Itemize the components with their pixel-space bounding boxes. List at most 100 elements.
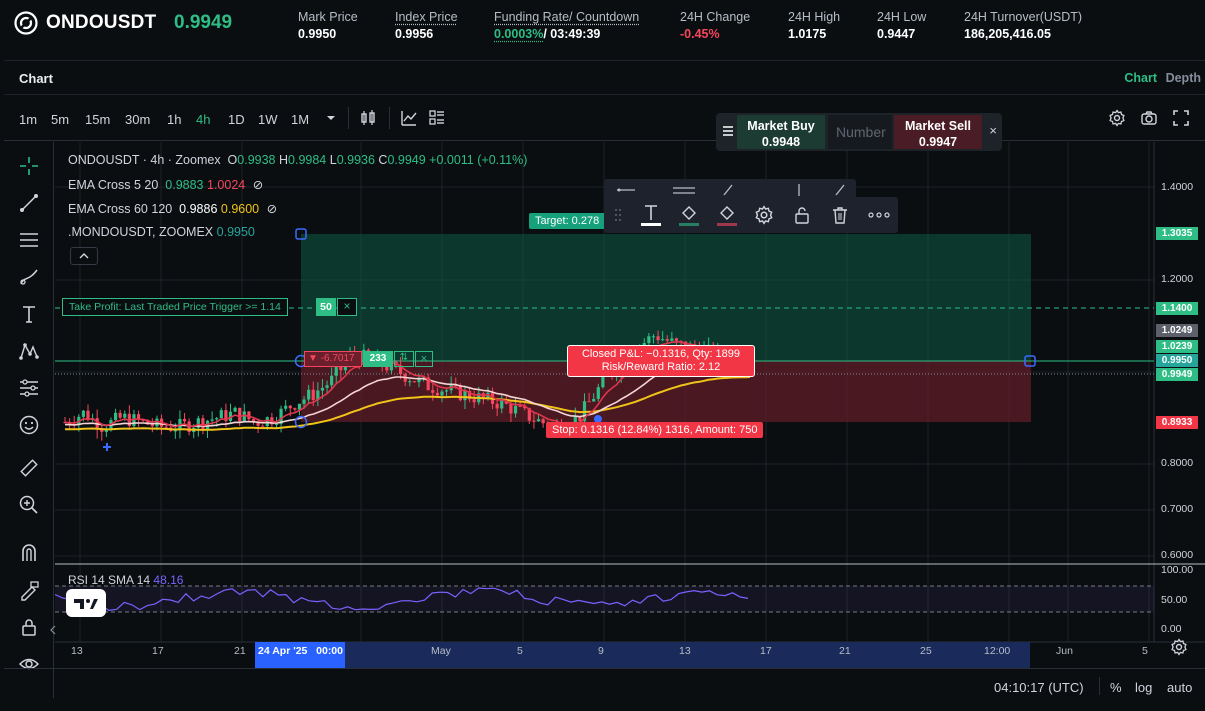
text-tool-icon[interactable]: [18, 303, 40, 325]
stat-label: 24H Turnover(USDT): [964, 10, 1083, 24]
fill-color-icon[interactable]: [678, 203, 700, 227]
more-icon[interactable]: [868, 211, 890, 219]
legend-ema1[interactable]: EMA Cross 5 20 0.9883 1.0024 ⊘: [68, 177, 263, 192]
close-icon[interactable]: ×: [337, 298, 357, 316]
take-profit-tag[interactable]: Take Profit: Last Traded Price Trigger >…: [62, 298, 288, 316]
utc-clock[interactable]: 04:10:17 (UTC): [994, 680, 1084, 695]
candle-body: [495, 403, 499, 409]
entry-pnl-tag[interactable]: ▼ -6.7017: [304, 351, 362, 367]
take-profit-qty[interactable]: 50: [316, 298, 336, 316]
tradingview-logo[interactable]: [66, 589, 106, 617]
horizontal-line-icon[interactable]: [616, 185, 636, 195]
fullscreen-icon[interactable]: [1172, 109, 1190, 127]
gear-icon[interactable]: [1108, 109, 1126, 127]
drag-grip-icon[interactable]: [614, 207, 622, 223]
rsi-legend[interactable]: RSI 14 SMA 14 48.16: [68, 573, 183, 587]
lock-icon[interactable]: [18, 616, 40, 638]
market-sell-label: Market Sell: [904, 119, 971, 133]
legend-ema2[interactable]: EMA Cross 60 120 0.9886 0.9600 ⊘: [68, 201, 277, 216]
gear-icon[interactable]: [1170, 638, 1188, 656]
symbol-name[interactable]: ONDOUSDT: [46, 12, 156, 34]
chevron-down-icon[interactable]: [322, 109, 340, 127]
hide-icon[interactable]: ⊘: [253, 178, 263, 192]
pen-icon[interactable]: [834, 183, 846, 197]
stat-label[interactable]: Funding Rate/ Countdown: [494, 10, 639, 24]
trash-icon[interactable]: [830, 205, 850, 225]
close-icon[interactable]: ×: [989, 123, 997, 138]
timeframe-30m[interactable]: 30m: [125, 112, 150, 127]
candle-body: [408, 381, 412, 383]
target-zone[interactable]: [301, 234, 1031, 361]
gear-icon[interactable]: [754, 205, 774, 225]
price-tick: 0.7000: [1161, 503, 1194, 515]
timeframe-1h[interactable]: 1h: [167, 112, 181, 127]
rsi-tick: 100.00: [1161, 564, 1194, 576]
timeframe-4h[interactable]: 4h: [196, 112, 210, 127]
market-buy-button[interactable]: Market Buy 0.9948: [737, 115, 825, 149]
ema2-v2: 0.9600: [220, 202, 260, 216]
tab-depth[interactable]: Depth: [1166, 71, 1201, 85]
tab-chart[interactable]: Chart: [1124, 71, 1157, 85]
close-icon[interactable]: ×: [415, 351, 433, 367]
vertical-line-icon[interactable]: [794, 183, 804, 197]
candle-body: [320, 387, 325, 391]
fill-color-icon[interactable]: [716, 203, 738, 227]
unlock-icon[interactable]: [792, 205, 812, 225]
candle-body: [307, 389, 311, 400]
time-range-highlight: [255, 642, 1030, 668]
pattern-icon[interactable]: [18, 340, 40, 362]
stat-index-price[interactable]: Index Price 0.9956: [395, 10, 458, 41]
crosshair-icon[interactable]: [18, 155, 40, 177]
candle-body: [325, 385, 329, 388]
brush-icon[interactable]: [18, 266, 40, 288]
legend-close: 0.9949: [387, 153, 426, 167]
candle-body: [293, 408, 297, 410]
timeframe-1w[interactable]: 1W: [258, 112, 278, 127]
funding-rate[interactable]: 0.0003%: [494, 27, 543, 41]
timeframe-1d[interactable]: 1D: [228, 112, 245, 127]
magnet-icon[interactable]: [18, 542, 40, 564]
entry-qty[interactable]: 233: [363, 351, 393, 367]
price-label: 1.0249: [1156, 324, 1198, 337]
timeframe-1m[interactable]: 1m: [19, 112, 37, 127]
pen-icon[interactable]: [722, 183, 734, 197]
text-tool-icon[interactable]: [640, 203, 662, 227]
hide-icon[interactable]: ⊘: [267, 202, 277, 216]
quantity-input[interactable]: Number: [828, 115, 892, 149]
draw-lock-icon[interactable]: [18, 579, 40, 601]
time-tick: 25: [920, 645, 932, 657]
template-icon[interactable]: [428, 109, 446, 127]
zoom-in-icon[interactable]: [18, 494, 40, 516]
stat-label[interactable]: Index Price: [395, 10, 458, 24]
trendline-icon[interactable]: [18, 192, 40, 214]
camera-icon[interactable]: [1140, 109, 1158, 127]
closed-pnl-line1: Closed P&L: −0.1316, Qty: 1899: [581, 348, 741, 360]
timeframe-1m-month[interactable]: 1M: [291, 112, 309, 127]
candle-body: [412, 381, 416, 383]
candle-body: [118, 412, 122, 418]
fib-icon[interactable]: [18, 229, 40, 251]
collapse-legend-button[interactable]: [70, 247, 98, 265]
candle-body: [431, 390, 435, 393]
prediction-icon[interactable]: [18, 377, 40, 399]
time-tick: 13: [71, 645, 83, 657]
auto-toggle[interactable]: auto: [1167, 680, 1192, 695]
candlestick-icon[interactable]: [359, 109, 377, 127]
timeframe-5m[interactable]: 5m: [51, 112, 69, 127]
indicator-icon[interactable]: [400, 109, 418, 127]
ruler-icon[interactable]: [18, 457, 40, 479]
menu-icon[interactable]: [722, 125, 734, 137]
reverse-icon[interactable]: ⇅: [394, 351, 414, 367]
closed-pnl-line2: Risk/Reward Ratio: 2.12: [601, 361, 721, 373]
floating-drawing-toolbar: [604, 179, 898, 237]
candle-body: [210, 419, 214, 421]
timeframe-15m[interactable]: 15m: [85, 112, 110, 127]
emoji-icon[interactable]: [18, 414, 40, 436]
ray-icon[interactable]: [672, 185, 696, 195]
log-toggle[interactable]: log: [1135, 680, 1152, 695]
candle-body: [670, 338, 674, 341]
candle-body: [233, 407, 237, 412]
percent-toggle[interactable]: %: [1110, 680, 1122, 695]
market-sell-button[interactable]: Market Sell 0.9947: [894, 115, 982, 149]
stat-funding-rate[interactable]: Funding Rate/ Countdown 0.0003%/ 03:49:3…: [494, 10, 639, 41]
